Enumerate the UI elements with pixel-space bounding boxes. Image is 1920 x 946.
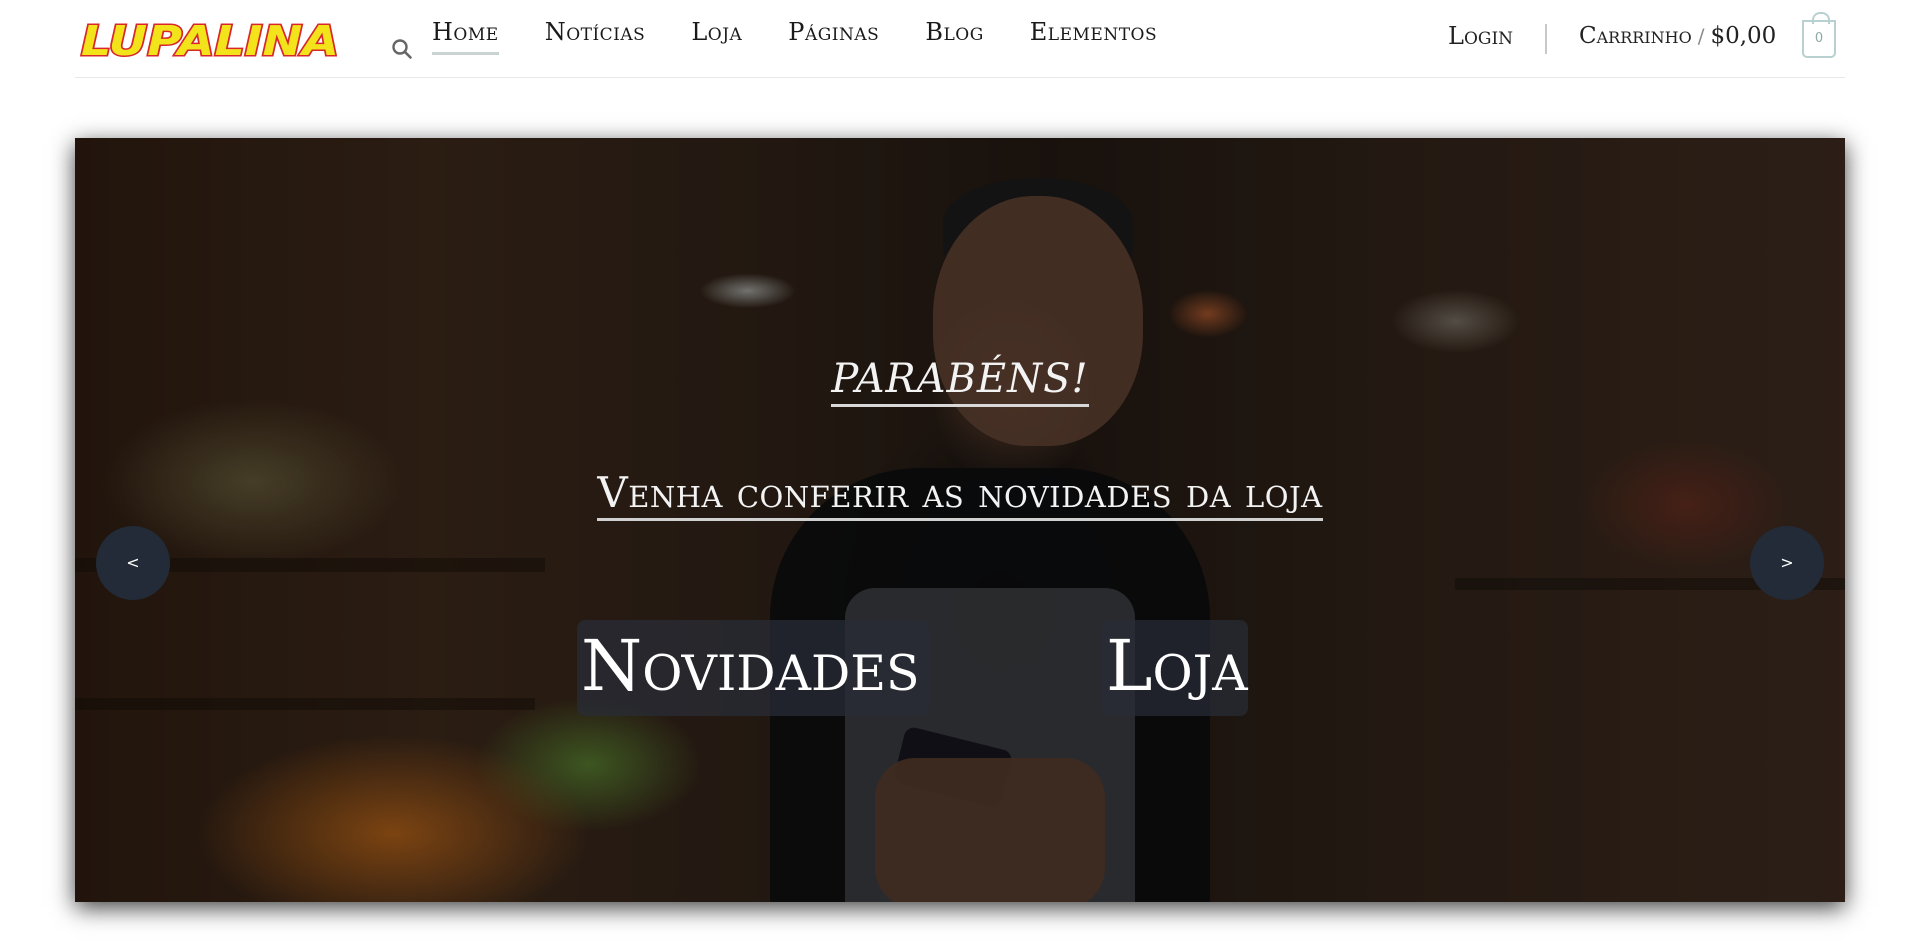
login-link[interactable]: Login xyxy=(1448,22,1513,50)
slider-next-button[interactable]: > xyxy=(1750,526,1824,600)
nav-item-paginas[interactable]: Páginas xyxy=(788,18,879,55)
cart-link[interactable]: Carrrinho / $0,00 xyxy=(1579,22,1776,50)
brand-logo[interactable]: LUPALINA xyxy=(77,15,343,64)
site-header: LUPALINA Home Notícias Loja Páginas Blog… xyxy=(75,0,1845,78)
cart-total: $0,00 xyxy=(1710,23,1777,49)
hero-title-wrap: Venha conferir as novidades da loja xyxy=(75,468,1845,521)
nav-item-home[interactable]: Home xyxy=(432,18,499,55)
nav-item-blog[interactable]: Blog xyxy=(925,18,983,55)
search-icon[interactable] xyxy=(391,38,413,60)
nav-item-elementos[interactable]: Elementos xyxy=(1030,18,1157,55)
novidades-button[interactable]: Novidades xyxy=(577,620,929,716)
cart-separator: / xyxy=(1697,24,1705,48)
nav-item-loja[interactable]: Loja xyxy=(691,18,742,55)
hero-title: Venha conferir as novidades da loja xyxy=(597,468,1323,521)
hero-slider: PARABÉNS! Venha conferir as novidades da… xyxy=(75,138,1845,902)
slider-prev-button[interactable]: < xyxy=(96,526,170,600)
hero-subtitle: PARABÉNS! xyxy=(831,356,1089,407)
cart-label: Carrrinho xyxy=(1579,23,1692,49)
brand-logo-text: LUPALINA xyxy=(81,17,339,63)
hero-subtitle-wrap: PARABÉNS! xyxy=(75,356,1845,407)
main-navigation: Home Notícias Loja Páginas Blog Elemento… xyxy=(432,18,1203,55)
shopping-bag-icon[interactable]: 0 xyxy=(1802,12,1836,58)
loja-button[interactable]: Loja xyxy=(1102,620,1248,716)
header-divider xyxy=(1545,24,1547,54)
cart-count-badge: 0 xyxy=(1814,31,1824,46)
nav-item-noticias[interactable]: Notícias xyxy=(545,18,646,55)
